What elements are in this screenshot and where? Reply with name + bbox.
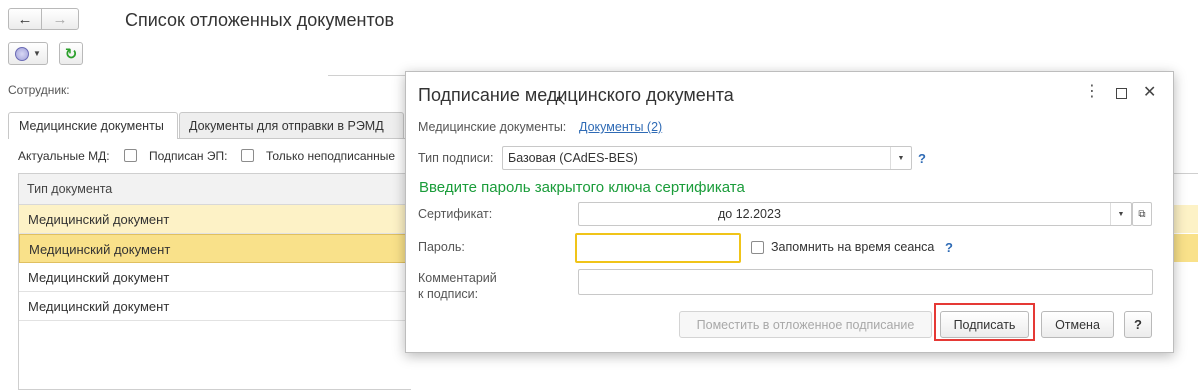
arrow-right-icon: → [52,10,68,28]
filter-actual-label: Актуальные МД: [18,149,110,163]
table-row-selected[interactable]: Медицинский документ [19,234,409,263]
dropdown-button[interactable]: ▼ [890,147,911,169]
background-row-highlight [1172,205,1198,233]
page-title: Список отложенных документов [125,10,395,30]
defer-signing-button: Поместить в отложенное подписание [679,311,932,338]
tab-remd-documents[interactable]: Документы для отправки в РЭМД [179,112,404,139]
comment-input[interactable] [578,269,1153,295]
sign-type-label: Тип подписи: [418,151,494,165]
forward-button[interactable]: → [41,8,79,30]
remember-checkbox[interactable] [751,241,764,254]
employee-label: Сотрудник: [8,83,70,97]
password-label: Пароль: [418,240,465,254]
table-row[interactable]: Медицинский документ [19,263,409,292]
certificate-label: Сертификат: [418,207,493,221]
cell-doc-type: Медицинский документ [28,299,170,314]
remember-label: Запомнить на время сеанса [771,240,935,254]
sign-type-value: Базовая (CAdES-BES) [508,151,638,165]
sign-button[interactable]: Подписать [940,311,1029,338]
filter-signed-checkbox[interactable] [241,149,254,162]
certificate-select[interactable]: до 12.2023 ▼ [578,202,1132,226]
cancel-label: Отмена [1055,317,1100,332]
docs-label: Медицинские документы: [418,120,567,134]
dialog-maximize-icon[interactable] [1116,88,1127,99]
background-row-selected [1172,234,1198,262]
dialog-title: Подписание медицинского документа [418,85,734,105]
back-button[interactable]: ← [8,8,42,30]
database-icon [15,46,30,61]
table-header: Тип документа [19,174,409,205]
tab-label: Медицинские документы [19,119,164,133]
sign-type-help-icon[interactable]: ? [918,151,926,166]
employee-field-line[interactable] [328,75,408,76]
refresh-icon: ↻ [64,45,78,63]
help-label: ? [1134,317,1142,332]
filter-unsigned-label: Только неподписанные [266,149,396,163]
filter-actual-checkbox[interactable] [124,149,137,162]
open-icon: ⧉ [1138,208,1146,220]
chevron-down-icon: ▼ [897,154,905,162]
table-row[interactable]: Медицинский документ [19,292,409,321]
tab-medical-documents[interactable]: Медицинские документы [8,112,178,139]
tab-label: Документы для отправки в РЭМД [189,119,384,133]
table-row[interactable]: Медицинский документ [19,205,409,234]
filter-signed-label: Подписан ЭП: [149,149,228,163]
certificate-open-button[interactable]: ⧉ [1132,202,1152,226]
cell-doc-type: Медицинский документ [28,270,170,285]
cell-doc-type: Медицинский документ [29,242,171,257]
cursor-icon: ↖ [555,92,567,108]
chevron-down-icon: ▼ [33,49,41,58]
sign-label: Подписать [953,317,1016,332]
password-prompt: Введите пароль закрытого ключа сертифика… [419,179,745,196]
comment-label-line2: к подписи: [418,287,479,301]
tab-strip-line [178,138,408,139]
dialog-close-icon[interactable]: ✕ [1143,82,1156,102]
column-header-doc-type: Тип документа [27,182,113,196]
remember-help-icon[interactable]: ? [945,240,953,255]
dropdown-button[interactable]: ▼ [1110,203,1131,225]
cancel-button[interactable]: Отмена [1041,311,1114,338]
chevron-down-icon: ▼ [1117,210,1125,218]
dialog-more-icon[interactable]: ⋮ [1084,84,1100,100]
arrow-left-icon: ← [17,10,33,28]
sign-type-select[interactable]: Базовая (CAdES-BES) ▼ [502,146,912,170]
defer-label: Поместить в отложенное подписание [696,317,915,332]
password-input[interactable] [575,233,741,263]
sign-dialog: Подписание медицинского документа ↖ ⋮ ✕ … [405,71,1174,353]
cell-doc-type: Медицинский документ [28,212,170,227]
certificate-value: до 12.2023 [718,207,781,221]
comment-label-line1: Комментарий [418,271,497,285]
help-button[interactable]: ? [1124,311,1152,338]
refresh-button[interactable]: ↻ [59,42,83,65]
docs-link[interactable]: Документы (2) [579,120,662,134]
more-menu-button[interactable]: ▼ [8,42,48,65]
